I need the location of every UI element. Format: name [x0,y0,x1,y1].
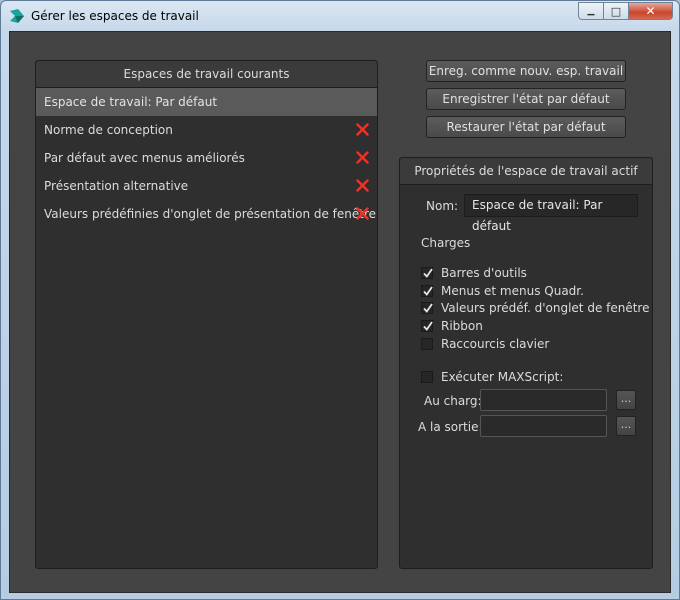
on-load-browse-button[interactable]: ... [616,390,636,410]
restore-default-state-button[interactable]: Restaurer l'état par défaut [426,116,626,138]
on-exit-script-field[interactable] [480,415,607,437]
checkbox-label: Barres d'outils [441,266,527,280]
current-workspaces-header: Espaces de travail courants [36,61,377,88]
dialog-window: Gérer les espaces de travail ▁ □ ✕ Espac… [0,0,680,600]
checkbox-box[interactable] [421,302,433,314]
title-bar[interactable]: Gérer les espaces de travail ▁ □ ✕ [1,1,679,31]
on-load-label: Au charg: [424,394,482,408]
checkbox-label: Valeurs prédéf. d'onglet de fenêtre [441,301,650,315]
workspace-item-label: Espace de travail: Par défaut [44,95,218,109]
checkbox-label: Menus et menus Quadr. [441,284,584,298]
maximize-icon: □ [610,4,622,18]
minimize-button[interactable]: ▁ [578,2,604,20]
dialog-client-area: Espaces de travail courants Espace de tr… [9,31,671,593]
run-maxscript-checkbox[interactable]: Exécuter MAXScript: [421,369,563,385]
window-title: Gérer les espaces de travail [31,9,199,23]
properties-header: Propriétés de l'espace de travail actif [400,158,652,185]
delete-icon[interactable] [356,151,369,164]
close-button[interactable]: ✕ [629,2,673,20]
workspace-item[interactable]: Par défaut avec menus améliorés [36,144,377,172]
delete-icon[interactable] [356,123,369,136]
load-toolbars-checkbox[interactable]: Barres d'outils [421,265,527,281]
load-ribbon-checkbox[interactable]: Ribbon [421,318,483,334]
workspace-item-label: Valeurs prédéfinies d'onglet de présenta… [44,207,377,221]
check-icon [423,321,433,331]
load-menus-checkbox[interactable]: Menus et menus Quadr. [421,283,584,299]
workspace-item[interactable]: Espace de travail: Par défaut [36,88,377,116]
minimize-icon: ▁ [587,6,595,16]
checkbox-box[interactable] [421,285,433,297]
workspace-item[interactable]: Norme de conception [36,116,377,144]
on-exit-label: A la sortie: [418,420,483,434]
checkbox-box[interactable] [421,371,433,383]
workspace-item[interactable]: Présentation alternative [36,172,377,200]
checkbox-box[interactable] [421,267,433,279]
delete-icon[interactable] [356,179,369,192]
load-viewport-tabs-checkbox[interactable]: Valeurs prédéf. d'onglet de fenêtre [421,300,650,316]
workspace-item-label: Présentation alternative [44,179,189,193]
delete-icon[interactable] [356,207,369,220]
load-shortcuts-checkbox[interactable]: Raccourcis clavier [421,336,549,352]
current-workspaces-panel: Espaces de travail courants Espace de tr… [35,60,378,569]
check-icon [423,268,433,278]
on-load-script-field[interactable] [480,389,607,411]
maximize-button[interactable]: □ [604,2,629,20]
checkbox-label: Raccourcis clavier [441,337,550,351]
loads-label: Charges [421,236,471,250]
on-exit-browse-button[interactable]: ... [616,416,636,436]
app-icon [10,9,24,23]
checkbox-label: Ribbon [441,319,483,333]
workspace-item-label: Par défaut avec menus améliorés [44,151,245,165]
checkbox-box[interactable] [421,338,433,350]
check-icon [423,286,433,296]
save-as-new-workspace-button[interactable]: Enreg. comme nouv. esp. travail [426,60,626,82]
workspace-name-field[interactable]: Espace de travail: Par défaut [464,194,638,233]
workspace-item[interactable]: Valeurs prédéfinies d'onglet de présenta… [36,200,377,228]
check-icon [423,303,433,313]
workspace-item-label: Norme de conception [44,123,173,137]
close-icon: ✕ [645,4,656,18]
active-workspace-properties-panel: Propriétés de l'espace de travail actif … [399,157,653,569]
checkbox-label: Exécuter MAXScript: [441,370,564,384]
save-default-state-button[interactable]: Enregistrer l'état par défaut [426,88,626,110]
checkbox-box[interactable] [421,320,433,332]
name-label: Nom: [426,199,459,213]
